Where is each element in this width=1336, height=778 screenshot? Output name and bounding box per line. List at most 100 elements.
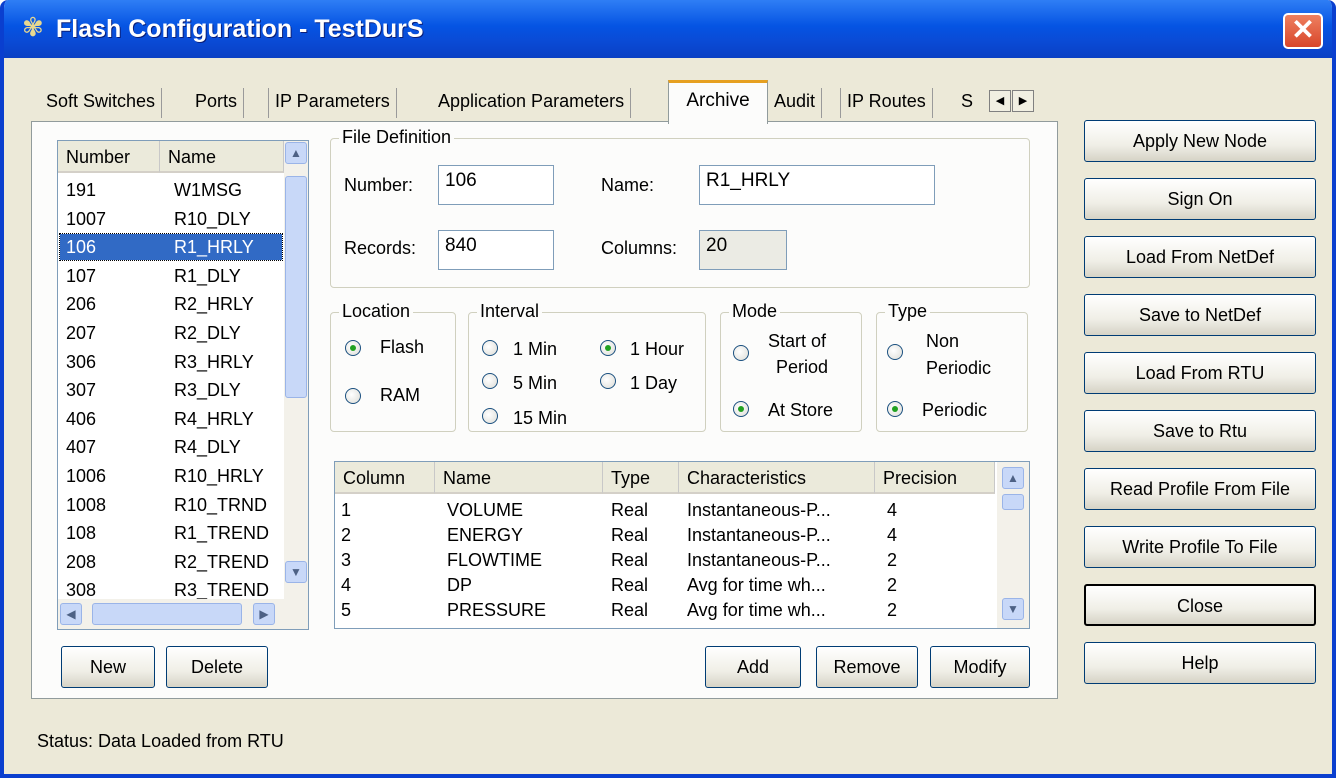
column-header-number[interactable]: Number <box>58 141 160 173</box>
scroll-up-button[interactable]: ▲ <box>1002 467 1024 489</box>
interval-group: Interval <box>468 301 706 432</box>
column-precision-cell: 2 <box>887 600 898 620</box>
interval-5-min-radio[interactable] <box>482 373 498 389</box>
save-to-netdef-button[interactable]: Save to NetDef <box>1084 294 1316 336</box>
column-name-cell: DP <box>447 575 473 595</box>
tab-scroll-left-button[interactable]: ◀ <box>989 90 1011 112</box>
scroll-thumb[interactable] <box>1002 494 1024 510</box>
archive-list-row[interactable]: 406 R4_HRLY <box>60 406 282 432</box>
column-characteristics-cell: Avg for time wh... <box>687 600 826 620</box>
save-to-rtu-button[interactable]: Save to Rtu <box>1084 410 1316 452</box>
read-profile-from-file-button[interactable]: Read Profile From File <box>1084 468 1316 510</box>
interval-1-day-radio[interactable] <box>600 373 616 389</box>
column-table-row[interactable]: 4 DP Real Avg for time wh... 2 <box>335 573 995 598</box>
interval-1-min-label: 1 Min <box>513 339 558 359</box>
archive-list-row[interactable]: 107 R1_DLY <box>60 263 282 289</box>
interval-1-hour-radio[interactable] <box>600 340 616 356</box>
close-button[interactable]: Close <box>1084 584 1316 626</box>
tab-audit[interactable]: Audit <box>768 88 823 118</box>
tab-ip-routes[interactable]: IP Routes <box>840 88 933 118</box>
archive-name-cell: R1_TREND <box>174 523 270 544</box>
column-header-name[interactable]: Name <box>160 141 284 173</box>
column-number-cell: 4 <box>341 575 352 595</box>
scroll-thumb[interactable] <box>285 176 307 398</box>
location-flash-radio[interactable] <box>345 340 361 356</box>
archive-list-row[interactable]: 106 R1_HRLY <box>59 233 283 262</box>
column-number-cell: 3 <box>341 550 352 570</box>
tab-s[interactable]: S <box>955 88 979 118</box>
archive-list-row[interactable]: 307 R3_DLY <box>60 377 282 403</box>
scroll-up-button[interactable]: ▲ <box>285 142 307 164</box>
archive-list-row[interactable]: 306 R3_HRLY <box>60 349 282 375</box>
archive-list-row[interactable]: 1008 R10_TRND <box>60 492 282 518</box>
remove-button[interactable]: Remove <box>816 646 918 688</box>
column-type-cell: Real <box>611 600 649 620</box>
scroll-down-button[interactable]: ▼ <box>285 561 307 583</box>
interval-1-min-radio[interactable] <box>482 340 498 356</box>
archive-list-row[interactable]: 191 W1MSG <box>60 177 282 203</box>
tab-archive[interactable]: Archive <box>668 80 768 124</box>
type-periodic-radio[interactable] <box>887 401 903 417</box>
scroll-right-icon: ▶ <box>259 607 269 621</box>
scroll-thumb[interactable] <box>92 603 242 625</box>
write-profile-to-file-button[interactable]: Write Profile To File <box>1084 526 1316 568</box>
archive-list[interactable]: Number Name 191 W1MSG 1007 R10_DLY 106 R1_HRL… <box>57 140 309 630</box>
column-table-row[interactable]: 3 FLOWTIME Real Instantaneous-P... 2 <box>335 548 995 573</box>
load-from-rtu-button[interactable]: Load From RTU <box>1084 352 1316 394</box>
load-from-netdef-button[interactable]: Load From NetDef <box>1084 236 1316 278</box>
tab-soft-switches[interactable]: Soft Switches <box>40 88 163 118</box>
scroll-down-icon: ▼ <box>290 565 302 579</box>
delete-button[interactable]: Delete <box>166 646 268 688</box>
location-ram-radio[interactable] <box>345 388 361 404</box>
help-button[interactable]: Help <box>1084 642 1316 684</box>
column-table-row[interactable]: 2 ENERGY Real Instantaneous-P... 4 <box>335 523 995 548</box>
mode-start-of-period-radio[interactable] <box>733 345 749 361</box>
column-header-name[interactable]: Name <box>435 462 603 494</box>
archive-list-row[interactable]: 1006 R10_HRLY <box>60 463 282 489</box>
columns-table-scrollbar[interactable]: ▲ ▼ <box>997 462 1029 628</box>
interval-15-min-radio[interactable] <box>482 408 498 424</box>
scroll-down-button[interactable]: ▼ <box>1002 598 1024 620</box>
archive-list-horizontal-scrollbar[interactable]: ◀ ▶ <box>58 599 308 629</box>
apply-new-node-button[interactable]: Apply New Node <box>1084 120 1316 162</box>
archive-number-cell: 307 <box>66 380 97 401</box>
add-button[interactable]: Add <box>705 646 801 688</box>
records-field[interactable]: 840 <box>438 230 554 270</box>
number-field[interactable]: 106 <box>438 165 554 205</box>
column-header-characteristics[interactable]: Characteristics <box>679 462 875 494</box>
archive-list-row[interactable]: 208 R2_TREND <box>60 549 282 575</box>
new-button[interactable]: New <box>61 646 155 688</box>
archive-list-row[interactable]: 206 R2_HRLY <box>60 291 282 317</box>
archive-list-row[interactable]: 407 R4_DLY <box>60 434 282 460</box>
columns-table[interactable]: Column Name Type Characteristics Precisi… <box>334 461 1030 629</box>
archive-list-row[interactable]: 108 R1_TREND <box>60 520 282 546</box>
archive-name-cell: R2_TREND <box>174 551 270 572</box>
archive-name-cell: R10_TRND <box>174 494 268 515</box>
close-window-button[interactable]: ✕ <box>1283 13 1323 49</box>
tab-ip-parameters[interactable]: IP Parameters <box>268 88 397 118</box>
scroll-left-button[interactable]: ◀ <box>60 603 82 625</box>
archive-list-row[interactable]: 1007 R10_DLY <box>60 206 282 232</box>
archive-name-cell: R1_HRLY <box>174 237 254 258</box>
column-name-cell: VOLUME <box>447 500 524 520</box>
sign-on-button[interactable]: Sign On <box>1084 178 1316 220</box>
tab-ports[interactable]: Ports <box>189 88 245 118</box>
archive-list-vertical-scrollbar[interactable]: ▲ ▼ <box>284 141 308 599</box>
tab-scroll-right-button[interactable]: ▶ <box>1012 90 1034 112</box>
archive-name-cell: R2_HRLY <box>174 294 254 315</box>
name-field[interactable]: R1_HRLY <box>699 165 935 205</box>
column-header-precision[interactable]: Precision <box>875 462 995 494</box>
column-header-type[interactable]: Type <box>603 462 679 494</box>
archive-list-row[interactable]: 207 R2_DLY <box>60 320 282 346</box>
mode-at-store-radio[interactable] <box>733 401 749 417</box>
modify-button[interactable]: Modify <box>930 646 1030 688</box>
column-number-cell: 1 <box>341 500 352 520</box>
column-table-row[interactable]: 5 PRESSURE Real Avg for time wh... 2 <box>335 598 995 623</box>
tab-application-parameters[interactable]: Application Parameters <box>432 88 632 118</box>
column-header-column[interactable]: Column <box>335 462 435 494</box>
type-non-periodic-radio[interactable] <box>887 344 903 360</box>
title-bar[interactable]: ✾ Flash Configuration - TestDurS ✕ <box>4 0 1332 58</box>
column-table-row[interactable]: 1 VOLUME Real Instantaneous-P... 4 <box>335 498 995 523</box>
archive-name-cell: R10_DLY <box>174 208 251 229</box>
scroll-right-button[interactable]: ▶ <box>253 603 275 625</box>
